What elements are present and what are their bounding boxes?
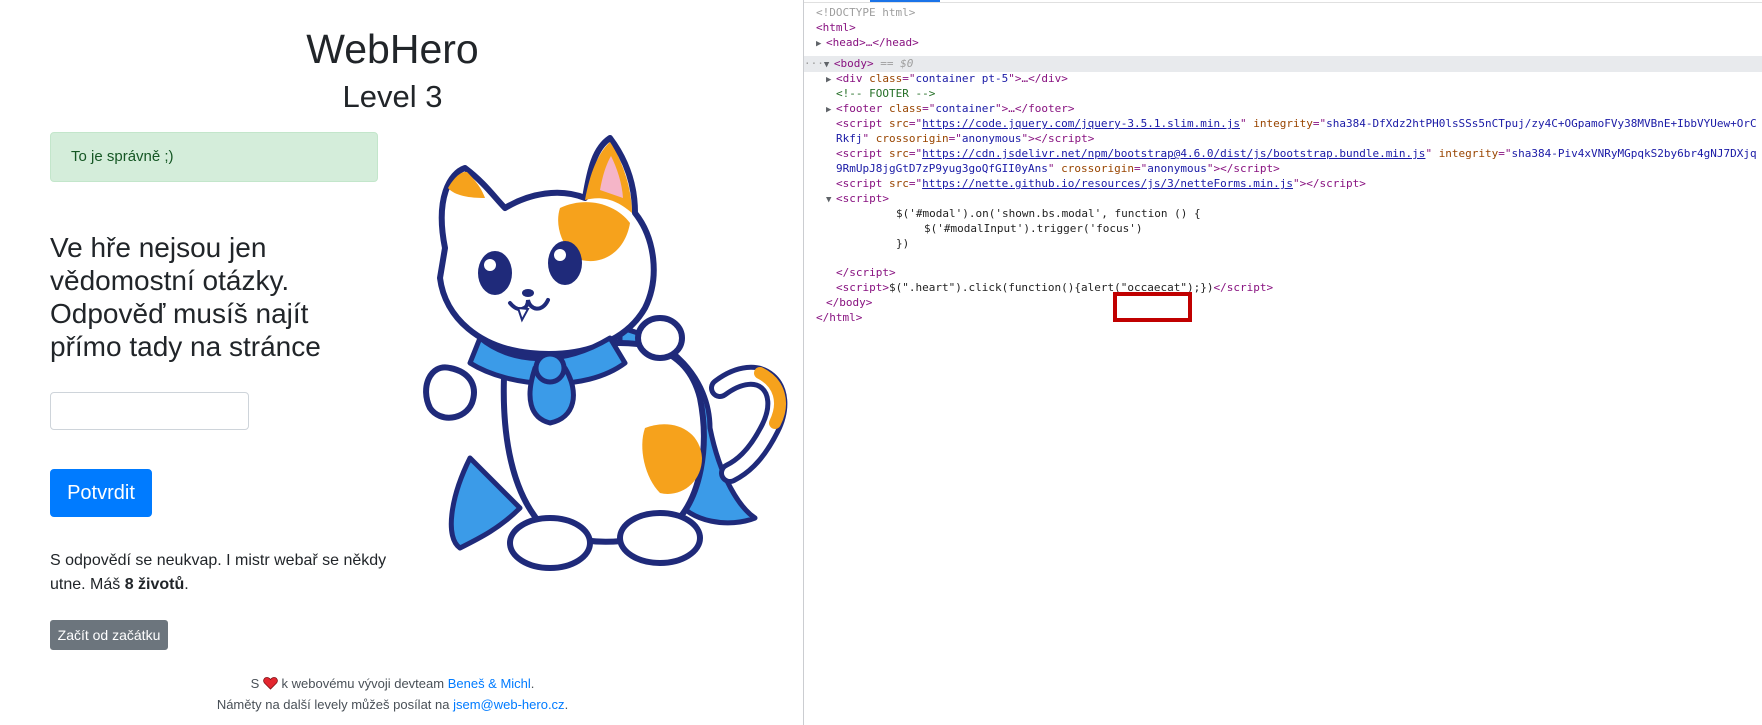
collapse-triangle-icon[interactable]: ▼ [826, 192, 836, 208]
dom-comment[interactable]: <!-- FOOTER --> [836, 86, 935, 102]
answer-input[interactable] [50, 392, 249, 430]
site-title: WebHero [306, 26, 479, 72]
webpage-viewport: WebHero Level 3 To je správně ;) Ve hře … [0, 0, 807, 725]
success-alert: To je správně ;) [50, 132, 378, 182]
dom-div-container[interactable]: ▶ <div class="container pt-5">…</div> [826, 71, 1068, 87]
cat-hero-illustration [423, 135, 788, 571]
footer-line1-prefix: S [250, 676, 260, 691]
dom-script-bootstrap-cont: 9RmUpJ8jgGtD7zP9yug3goQfGII0yAns" crosso… [836, 162, 1280, 175]
dom-body-selected[interactable]: ···▼ <body> == $0 [804, 56, 913, 72]
expand-triangle-icon[interactable]: ▶ [826, 72, 836, 88]
dom-script-nette[interactable]: <script src="https://nette.github.io/res… [836, 176, 1366, 192]
heart-icon [263, 676, 278, 695]
footer: S k webovému vývoji devteam Beneš & Mich… [0, 674, 785, 714]
selected-node-highlight [804, 56, 1762, 72]
dom-script-heart[interactable]: <script>$(".heart").click(function(){ale… [836, 280, 1273, 296]
devtools-elements-panel: <!DOCTYPE html> <html> ▶ <head>…</head> ·… [804, 0, 1762, 725]
dom-script-jquery-cont: Rkfj" crossorigin="anonymous"></script> [836, 132, 1095, 145]
active-tab-indicator [870, 0, 940, 2]
email-link[interactable]: jsem@web-hero.cz [453, 697, 564, 712]
dom-script-inline[interactable]: ▼ <script> [826, 191, 889, 207]
js-line-3: }) [896, 237, 910, 250]
dom-script-jquery[interactable]: <script src="https://code.jquery.com/jqu… [836, 116, 1757, 132]
info-text-prefix: S odpovědí se neukvap. I mistr webař se … [50, 552, 387, 593]
dom-footer[interactable]: ▶ <footer class="container">…</footer> [826, 101, 1074, 117]
dom-head[interactable]: ▶ <head>…</head> [816, 35, 919, 51]
footer-line2-suffix: . [564, 697, 569, 712]
question-heading: Ve hře nejsou jen vědomostní otázky. Odp… [50, 232, 321, 362]
footer-line-1: S k webovému vývoji devteam Beneš & Mich… [0, 674, 785, 695]
info-text: S odpovědí se neukvap. I mistr webař se … [50, 549, 395, 597]
script-src-link[interactable]: https://nette.github.io/resources/js/3/n… [922, 177, 1293, 190]
devtools-tabstrip [804, 0, 1762, 3]
dom-html-open[interactable]: <html> [816, 20, 856, 36]
script-src-link[interactable]: https://cdn.jsdelivr.net/npm/bootstrap@4… [922, 147, 1425, 160]
submit-button[interactable]: Potvrdit [50, 469, 152, 517]
footer-line1-suffix: . [530, 676, 535, 691]
dom-html-close: </html> [816, 311, 863, 324]
footer-line2-prefix: Náměty na další levely můžeš posílat na [216, 697, 450, 712]
dom-body-close: </body> [826, 296, 873, 309]
restart-button[interactable]: Začít od začátku [50, 620, 168, 650]
dom-script-close: </script> [836, 266, 896, 279]
answer-highlight-box [1113, 292, 1192, 322]
js-line-1: $('#modal').on('shown.bs.modal', functio… [896, 207, 1201, 220]
info-text-suffix: . [184, 576, 189, 593]
footer-line-2: Náměty na další levely můžeš posílat na … [0, 695, 785, 714]
script-src-link[interactable]: https://code.jquery.com/jquery-3.5.1.sli… [922, 117, 1240, 130]
footer-line1-middle: k webovému vývoji devteam [281, 676, 445, 691]
expand-triangle-icon[interactable]: ▶ [826, 102, 836, 118]
dom-script-bootstrap[interactable]: <script src="https://cdn.jsdelivr.net/np… [836, 146, 1757, 162]
dom-doctype[interactable]: <!DOCTYPE html> [816, 5, 915, 21]
lives-count: 8 životů [124, 576, 185, 593]
expand-triangle-icon[interactable]: ▶ [816, 36, 826, 52]
level-title: Level 3 [342, 79, 443, 114]
team-link[interactable]: Beneš & Michl [448, 676, 531, 691]
js-line-2: $('#modalInput').trigger('focus') [924, 222, 1143, 235]
